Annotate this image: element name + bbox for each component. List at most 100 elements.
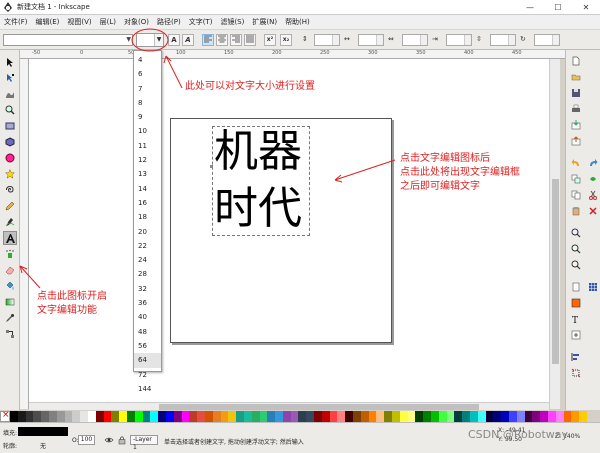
color-swatch[interactable] bbox=[126, 411, 135, 422]
bold-button[interactable]: A bbox=[168, 34, 180, 46]
color-swatch[interactable] bbox=[41, 411, 49, 422]
color-swatch[interactable] bbox=[540, 411, 548, 422]
font-size-option[interactable]: 72 bbox=[134, 368, 161, 382]
color-swatch[interactable] bbox=[259, 411, 268, 422]
menu-text[interactable]: 文字(T) bbox=[189, 17, 213, 27]
font-size-option[interactable]: 32 bbox=[134, 282, 161, 296]
lock-icon[interactable] bbox=[117, 435, 127, 445]
color-swatch[interactable] bbox=[431, 411, 439, 422]
font-size-option[interactable]: 24 bbox=[134, 253, 161, 267]
tweak-tool[interactable] bbox=[3, 87, 17, 101]
stroke-value[interactable]: 无 bbox=[40, 441, 46, 450]
font-size-option[interactable]: 8 bbox=[134, 96, 161, 110]
pencil-tool[interactable] bbox=[3, 199, 17, 213]
menu-filters[interactable]: 滤镜(S) bbox=[220, 17, 244, 27]
line-spacing-spinbox[interactable] bbox=[314, 34, 340, 46]
paint-bucket-tool[interactable] bbox=[3, 279, 17, 293]
font-size-option[interactable]: 22 bbox=[134, 239, 161, 253]
color-swatch[interactable] bbox=[470, 411, 478, 422]
color-swatch[interactable] bbox=[103, 411, 112, 422]
font-size-option[interactable]: 12 bbox=[134, 153, 161, 167]
clone-icon[interactable] bbox=[588, 174, 598, 184]
text-font-icon[interactable]: T bbox=[571, 314, 581, 324]
color-swatch[interactable] bbox=[563, 411, 572, 422]
paste-icon[interactable] bbox=[571, 206, 581, 216]
color-swatch[interactable] bbox=[243, 411, 252, 422]
xml-editor-icon[interactable] bbox=[571, 330, 581, 340]
color-swatch[interactable] bbox=[493, 411, 502, 422]
canvas-text-line-1[interactable]: 机器 bbox=[214, 128, 302, 176]
menu-layer[interactable]: 层(L) bbox=[100, 17, 116, 27]
font-size-option[interactable]: 9 bbox=[134, 110, 161, 124]
star-tool[interactable] bbox=[3, 167, 17, 181]
color-swatch[interactable] bbox=[267, 411, 276, 422]
cut-icon[interactable] bbox=[588, 190, 598, 200]
font-size-dropdown-button[interactable]: ▼ bbox=[154, 34, 163, 46]
superscript-button[interactable]: x² bbox=[264, 34, 276, 46]
layer-selector[interactable]: -Layer 1 bbox=[130, 435, 158, 451]
menu-object[interactable]: 对象(O) bbox=[124, 17, 149, 27]
spray-tool[interactable] bbox=[3, 247, 17, 261]
color-swatch[interactable] bbox=[321, 411, 330, 422]
color-swatch[interactable] bbox=[579, 411, 587, 422]
color-swatch[interactable] bbox=[275, 411, 283, 422]
redo-icon[interactable] bbox=[588, 158, 598, 168]
color-swatch[interactable] bbox=[353, 411, 361, 422]
color-swatch[interactable] bbox=[555, 411, 564, 422]
open-folder-icon[interactable] bbox=[571, 72, 581, 82]
rectangle-tool[interactable] bbox=[3, 119, 17, 133]
font-size-option[interactable]: 14 bbox=[134, 182, 161, 196]
pen-tool[interactable] bbox=[3, 215, 17, 229]
color-swatch[interactable] bbox=[173, 411, 182, 422]
horizontal-kerning-spinbox[interactable] bbox=[446, 34, 472, 46]
color-swatch[interactable] bbox=[485, 411, 494, 422]
new-document-icon[interactable] bbox=[571, 56, 581, 66]
color-swatch[interactable] bbox=[212, 411, 221, 422]
close-button[interactable]: ✕ bbox=[572, 0, 600, 15]
color-swatch[interactable] bbox=[547, 411, 556, 422]
font-size-option[interactable]: 36 bbox=[134, 296, 161, 310]
color-swatch[interactable] bbox=[251, 411, 260, 422]
color-swatch[interactable] bbox=[25, 411, 34, 422]
color-swatch[interactable] bbox=[142, 411, 151, 422]
color-swatch[interactable] bbox=[10, 411, 18, 422]
color-swatch[interactable] bbox=[407, 411, 416, 422]
color-swatch[interactable] bbox=[119, 411, 127, 422]
align-right-button[interactable] bbox=[230, 34, 242, 46]
zoom-drawing-icon[interactable] bbox=[571, 244, 581, 254]
horizontal-scroll-thumb[interactable] bbox=[159, 404, 479, 410]
duplicate-icon[interactable] bbox=[571, 174, 581, 184]
gradient-tool[interactable] bbox=[3, 295, 17, 309]
save-icon[interactable] bbox=[571, 88, 581, 98]
color-swatch[interactable] bbox=[204, 411, 213, 422]
color-swatch[interactable] bbox=[228, 411, 237, 422]
color-swatch[interactable] bbox=[516, 411, 525, 422]
color-swatch[interactable] bbox=[290, 411, 299, 422]
font-size-option[interactable]: 40 bbox=[134, 310, 161, 324]
rotation-spinbox[interactable] bbox=[534, 34, 560, 46]
connector-tool[interactable] bbox=[3, 327, 17, 341]
color-swatch[interactable] bbox=[189, 411, 198, 422]
color-swatch[interactable] bbox=[197, 411, 205, 422]
align-justify-button[interactable] bbox=[244, 34, 256, 46]
color-swatch[interactable] bbox=[282, 411, 291, 422]
color-swatch[interactable] bbox=[337, 411, 346, 422]
eraser-tool[interactable] bbox=[3, 263, 17, 277]
fill-indicator[interactable] bbox=[18, 427, 68, 436]
font-size-option[interactable]: 4 bbox=[134, 53, 161, 67]
color-swatch[interactable] bbox=[532, 411, 541, 422]
color-swatch[interactable] bbox=[298, 411, 307, 422]
color-swatch[interactable] bbox=[111, 411, 120, 422]
color-swatch[interactable] bbox=[48, 411, 57, 422]
color-swatch[interactable] bbox=[165, 411, 174, 422]
color-swatch[interactable] bbox=[376, 411, 385, 422]
canvas-text-line-2[interactable]: 时代 bbox=[214, 185, 302, 233]
menu-file[interactable]: 文件(F) bbox=[4, 17, 28, 27]
vertical-scrollbar[interactable] bbox=[549, 59, 560, 409]
color-swatch[interactable] bbox=[368, 411, 377, 422]
font-size-option[interactable]: 11 bbox=[134, 139, 161, 153]
font-size-option[interactable]: 10 bbox=[134, 124, 161, 138]
color-swatch[interactable] bbox=[95, 411, 104, 422]
color-swatch[interactable] bbox=[158, 411, 166, 422]
align-center-button[interactable] bbox=[216, 34, 228, 46]
